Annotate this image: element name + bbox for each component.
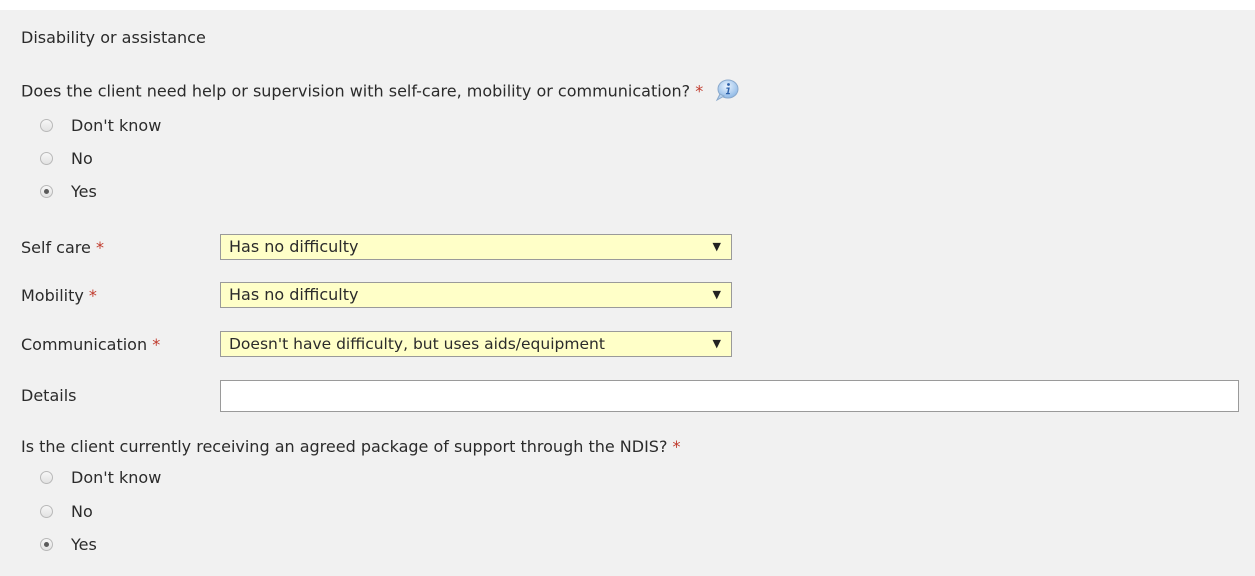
required-marker: * xyxy=(95,238,104,257)
details-input[interactable] xyxy=(220,380,1239,412)
disability-section-panel: Disability or assistance Does the client… xyxy=(0,10,1255,576)
self-care-label: Self care * xyxy=(21,238,104,257)
dropdown-arrow-icon: ▼ xyxy=(712,240,721,253)
self-care-selected-value: Has no difficulty xyxy=(229,237,359,256)
question-text: Is the client currently receiving an agr… xyxy=(21,437,668,456)
communication-selected-value: Doesn't have difficulty, but uses aids/e… xyxy=(229,335,605,353)
self-care-select[interactable]: Has no difficulty ▼ xyxy=(220,234,732,260)
radio-q1-yes[interactable]: Yes xyxy=(40,180,97,202)
radio-label: No xyxy=(71,501,93,521)
mobility-label-text: Mobility xyxy=(21,286,84,305)
info-icon[interactable] xyxy=(714,78,740,102)
radio-q1-dont-know[interactable]: Don't know xyxy=(40,114,161,136)
required-marker: * xyxy=(672,437,681,456)
radio-button[interactable] xyxy=(40,118,53,132)
question-help-supervision: Does the client need help or supervision… xyxy=(21,78,740,104)
radio-label: Don't know xyxy=(71,115,162,135)
required-marker: * xyxy=(88,286,97,305)
mobility-label: Mobility * xyxy=(21,286,97,305)
radio-q1-no[interactable]: No xyxy=(40,147,93,169)
dropdown-arrow-icon: ▼ xyxy=(712,288,721,301)
radio-button[interactable] xyxy=(40,151,53,165)
radio-q2-yes[interactable]: Yes xyxy=(40,533,97,555)
radio-button-selected[interactable] xyxy=(40,184,53,198)
communication-label: Communication * xyxy=(21,335,160,354)
mobility-selected-value: Has no difficulty xyxy=(229,285,359,304)
question-ndis-package: Is the client currently receiving an agr… xyxy=(21,437,681,456)
required-marker: * xyxy=(695,81,704,101)
dropdown-arrow-icon: ▼ xyxy=(712,337,721,350)
radio-button[interactable] xyxy=(40,470,53,484)
radio-label: Don't know xyxy=(71,467,162,487)
mobility-select[interactable]: Has no difficulty ▼ xyxy=(220,282,732,308)
self-care-label-text: Self care xyxy=(21,238,91,257)
radio-label: Yes xyxy=(71,534,97,554)
section-title: Disability or assistance xyxy=(21,28,206,47)
radio-label: No xyxy=(71,148,93,168)
required-marker: * xyxy=(152,335,161,354)
radio-button-selected[interactable] xyxy=(40,537,53,551)
question-text: Does the client need help or supervision… xyxy=(21,81,691,101)
radio-q2-dont-know[interactable]: Don't know xyxy=(40,466,161,488)
radio-button[interactable] xyxy=(40,504,53,518)
details-label: Details xyxy=(21,386,77,405)
radio-q2-no[interactable]: No xyxy=(40,500,93,522)
radio-label: Yes xyxy=(71,181,97,201)
communication-select[interactable]: Doesn't have difficulty, but uses aids/e… xyxy=(220,331,732,357)
communication-label-text: Communication xyxy=(21,335,148,354)
